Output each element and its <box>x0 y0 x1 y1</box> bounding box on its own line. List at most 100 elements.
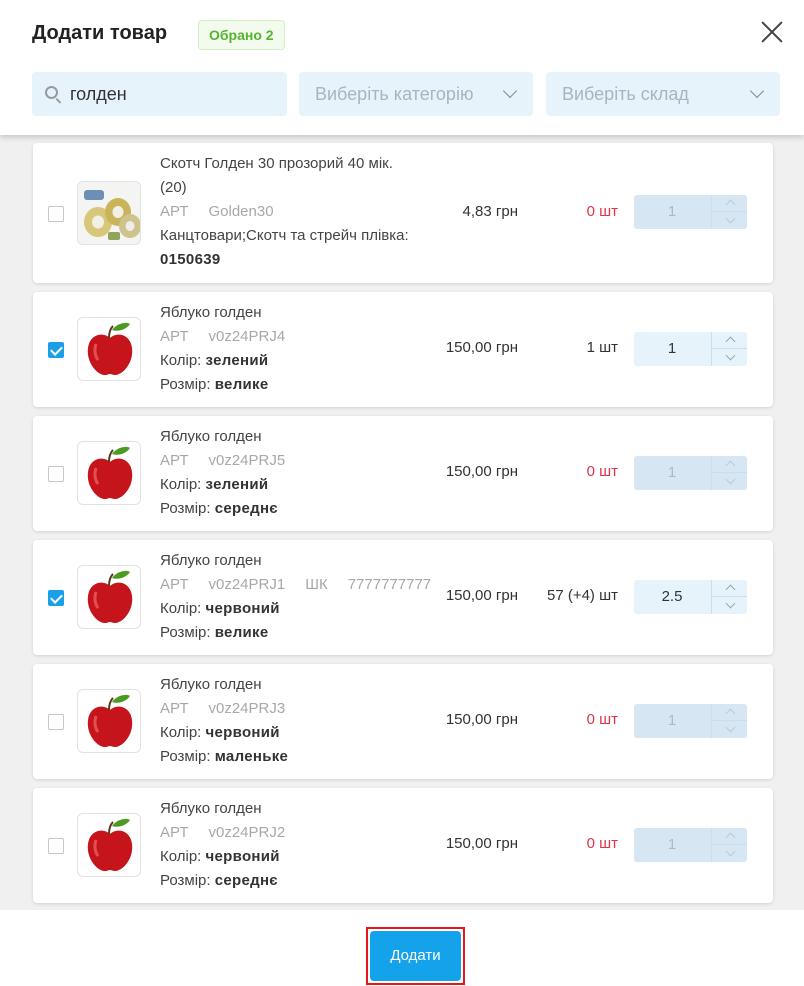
product-name: Яблуко голден <box>160 800 262 817</box>
product-checkbox[interactable] <box>48 838 64 854</box>
chevron-down-icon[interactable] <box>711 721 747 738</box>
chevron-up-icon[interactable] <box>711 828 747 845</box>
product-name: Скотч Голден 30 прозорий 40 мік. <box>160 155 393 172</box>
quantity-value: 1 <box>667 340 677 357</box>
product-info: Яблуко голден АРТ v0z24PRJ3 Колір: червон… <box>160 673 430 769</box>
quantity-value: 1 <box>667 712 677 729</box>
sku-label: АРТ <box>160 203 189 220</box>
product-card[interactable]: Яблуко голден АРТ v0z24PRJ3 Колір: червон… <box>33 664 773 779</box>
product-checkbox[interactable] <box>48 342 64 358</box>
warehouse-select[interactable]: Виберіть склад <box>546 72 780 116</box>
quantity-stepper[interactable]: 1 <box>634 195 747 229</box>
product-sku: АРТ v0z24PRJ3 <box>160 697 430 721</box>
chevron-down-icon[interactable] <box>711 473 747 490</box>
quantity-stepper[interactable]: 2.5 <box>634 580 747 614</box>
sku-label: АРТ <box>160 452 189 469</box>
modal-title: Додати товар <box>32 22 168 44</box>
size-value: велике <box>214 376 269 393</box>
product-size: Розмір: велике <box>160 621 430 645</box>
chevron-up-icon[interactable] <box>711 704 747 721</box>
product-info: Яблуко голден АРТ v0z24PRJ5 Колір: зелени… <box>160 425 430 521</box>
quantity-stepper[interactable]: 1 <box>634 332 747 366</box>
product-code: 0150639 <box>160 251 221 268</box>
product-sku: АРТ v0z24PRJ1 ШК 7777777777 <box>160 573 432 597</box>
chevron-up-icon[interactable] <box>711 580 747 597</box>
quantity-stepper[interactable]: 1 <box>634 828 747 862</box>
quantity-value: 1 <box>667 203 677 220</box>
quantity-stepper[interactable]: 1 <box>634 704 747 738</box>
product-stock: 0 шт <box>586 835 618 852</box>
product-color: Колір: червоний <box>160 597 430 621</box>
product-price: 150,00 грн <box>445 835 518 852</box>
tape-rolls-image <box>78 182 140 244</box>
product-stock: 1 шт <box>586 339 618 356</box>
apple-image <box>87 446 133 500</box>
category-select[interactable]: Виберіть категорію <box>299 72 533 116</box>
product-color: Колір: червоний <box>160 721 430 745</box>
product-price: 150,00 грн <box>445 463 518 480</box>
size-value: середнє <box>214 500 278 517</box>
chevron-up-icon[interactable] <box>711 456 747 473</box>
barcode-label: ШК <box>305 576 328 593</box>
product-size: Розмір: середнє <box>160 869 430 893</box>
product-checkbox[interactable] <box>48 206 64 222</box>
product-color: Колір: зелений <box>160 473 430 497</box>
product-color: Колір: червоний <box>160 845 430 869</box>
product-card[interactable]: Скотч Голден 30 прозорий 40 мік. (20) АР… <box>33 143 773 283</box>
size-value: маленьке <box>214 748 289 765</box>
modal-footer: Додати <box>0 910 804 986</box>
color-value: зелений <box>205 352 269 369</box>
quantity-stepper[interactable]: 1 <box>634 456 747 490</box>
sku-label: АРТ <box>160 328 189 345</box>
product-list[interactable]: Скотч Голден 30 прозорий 40 мік. (20) АР… <box>0 135 804 910</box>
product-name: Яблуко голден <box>160 428 262 445</box>
search-field[interactable] <box>32 72 287 116</box>
product-image <box>77 813 141 877</box>
product-checkbox[interactable] <box>48 466 64 482</box>
color-value: зелений <box>205 476 269 493</box>
size-value: середнє <box>214 872 278 889</box>
product-info: Яблуко голден АРТ v0z24PRJ4 Колір: зелени… <box>160 301 430 397</box>
color-label: Колір: <box>160 600 202 617</box>
product-card[interactable]: Яблуко голден АРТ v0z24PRJ1 ШК 7777777777 К… <box>33 540 773 655</box>
chevron-down-icon[interactable] <box>711 349 747 366</box>
color-label: Колір: <box>160 724 202 741</box>
sku-value: v0z24PRJ1 <box>208 576 286 593</box>
chevron-down-icon[interactable] <box>711 597 747 614</box>
modal-header: Додати товар Обрано 2 Виберіть категорію… <box>0 0 804 135</box>
chevron-down-icon[interactable] <box>711 212 747 229</box>
category-select-label: Виберіть категорію <box>315 84 474 104</box>
quantity-value: 1 <box>667 836 677 853</box>
product-stock: 0 шт <box>586 203 618 220</box>
product-image <box>77 317 141 381</box>
product-card[interactable]: Яблуко голден АРТ v0z24PRJ2 Колір: червон… <box>33 788 773 903</box>
product-price: 4,83 грн <box>462 203 518 220</box>
chevron-up-icon[interactable] <box>711 332 747 349</box>
product-checkbox[interactable] <box>48 590 64 606</box>
product-image <box>77 565 141 629</box>
size-label: Розмір: <box>160 748 211 765</box>
chevron-up-icon[interactable] <box>711 195 747 212</box>
product-price: 150,00 грн <box>445 711 518 728</box>
color-label: Колір: <box>160 476 202 493</box>
product-checkbox[interactable] <box>48 714 64 730</box>
apple-image <box>87 570 133 624</box>
search-input[interactable] <box>70 72 280 116</box>
apple-image <box>87 322 133 376</box>
selected-count-badge: Обрано 2 <box>198 20 285 50</box>
product-size: Розмір: середнє <box>160 497 430 521</box>
barcode-value: 7777777777 <box>347 576 432 593</box>
quantity-value: 2.5 <box>661 588 683 605</box>
product-image <box>77 441 141 505</box>
close-icon[interactable] <box>758 18 786 46</box>
product-image <box>77 181 141 245</box>
product-card[interactable]: Яблуко голден АРТ v0z24PRJ4 Колір: зелени… <box>33 292 773 407</box>
product-size: Розмір: маленьке <box>160 745 430 769</box>
add-button[interactable]: Додати <box>370 931 461 981</box>
product-card[interactable]: Яблуко голден АРТ v0z24PRJ5 Колір: зелени… <box>33 416 773 531</box>
color-value: червоний <box>205 600 280 617</box>
chevron-down-icon[interactable] <box>711 845 747 862</box>
product-name: Яблуко голден <box>160 304 262 321</box>
product-sku: АРТ v0z24PRJ4 <box>160 325 430 349</box>
apple-image <box>87 694 133 748</box>
